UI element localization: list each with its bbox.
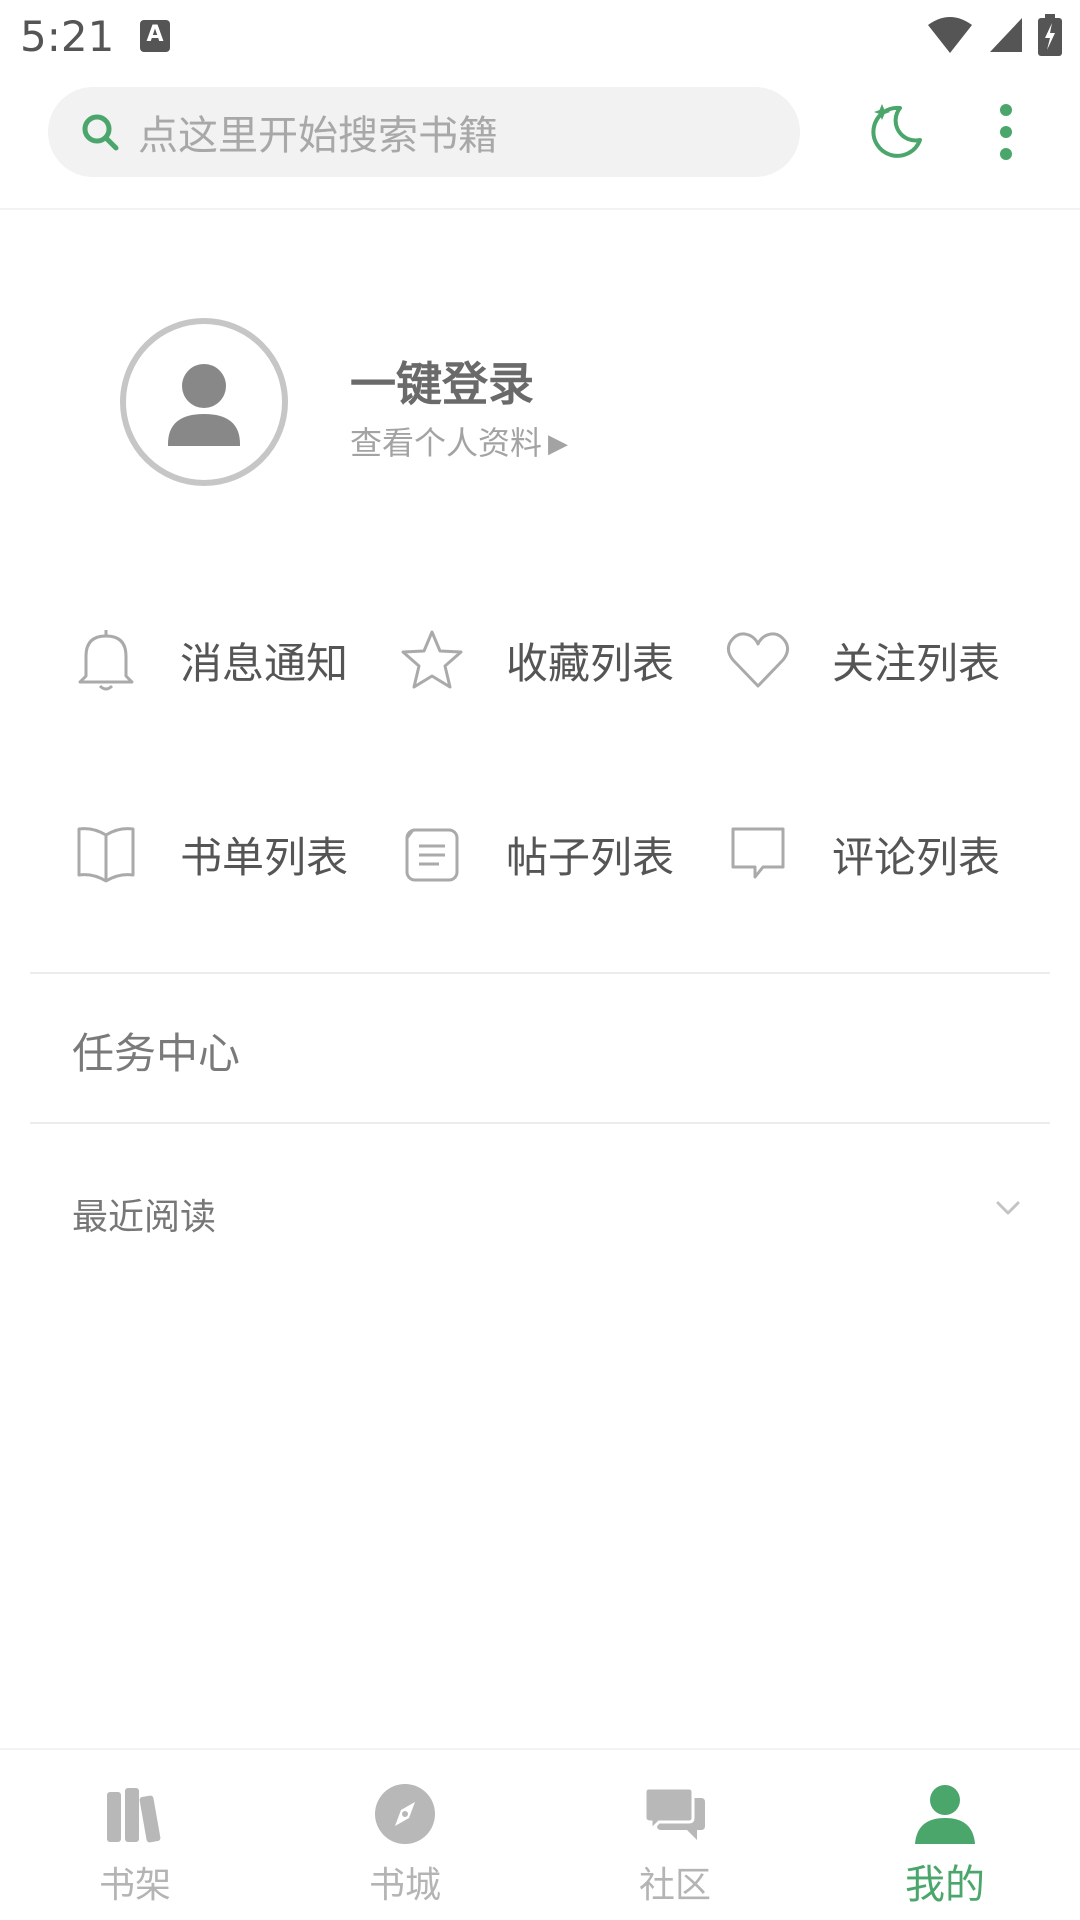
arrow-right-icon: ▶	[548, 429, 569, 459]
divider	[30, 1122, 1050, 1124]
book-icon	[70, 818, 142, 890]
signal-icon	[990, 18, 1022, 52]
grid-label: 消息通知	[180, 638, 349, 688]
status-bar: 5:21 A	[0, 0, 1080, 72]
grid-label: 书单列表	[180, 832, 349, 882]
nav-item-bookshelf[interactable]: 书架	[0, 1750, 270, 1920]
recent-reading-row[interactable]: 最近阅读	[0, 1180, 1080, 1242]
heart-icon	[722, 624, 794, 696]
comment-icon	[722, 818, 794, 890]
grid-item-posts[interactable]: 帖子列表	[396, 794, 674, 914]
more-options-icon[interactable]	[990, 102, 1022, 162]
star-icon	[396, 624, 468, 696]
default-avatar-icon	[168, 364, 240, 446]
compass-icon	[375, 1784, 435, 1844]
status-icons	[926, 14, 1062, 56]
person-icon	[915, 1785, 975, 1844]
grid-item-comments[interactable]: 评论列表	[722, 794, 1000, 914]
nav-item-bookstore[interactable]: 书城	[270, 1750, 540, 1920]
grid-item-notifications[interactable]: 消息通知	[70, 600, 348, 720]
recent-reading-label: 最近阅读	[72, 1197, 217, 1238]
divider	[30, 972, 1050, 974]
bookshelf-icon	[107, 1788, 161, 1843]
night-mode-icon[interactable]	[862, 100, 926, 164]
document-icon	[396, 818, 468, 890]
nav-label: 书城	[368, 1865, 441, 1906]
nav-label: 社区	[638, 1865, 711, 1906]
nav-item-community[interactable]: 社区	[540, 1750, 810, 1920]
notification-a-icon: A	[140, 20, 170, 52]
nav-label: 书架	[98, 1865, 171, 1906]
grid-item-favorites[interactable]: 收藏列表	[396, 600, 674, 720]
top-bar: 点这里开始搜索书籍	[0, 72, 1080, 210]
profile-section[interactable]: 一键登录 查看个人资料 ▶	[0, 318, 1080, 490]
grid-label: 帖子列表	[506, 832, 675, 882]
nav-item-mine[interactable]: 我的	[810, 1750, 1080, 1920]
view-profile-label: 查看个人资料	[350, 424, 543, 462]
bottom-nav: 书架 书城 社区 我的	[0, 1748, 1080, 1920]
nav-label: 我的	[905, 1862, 985, 1908]
wifi-icon	[928, 17, 972, 53]
avatar[interactable]	[120, 318, 288, 486]
chat-icon	[643, 1786, 705, 1840]
grid-label: 关注列表	[832, 638, 1001, 688]
battery-icon	[1038, 14, 1062, 56]
task-center[interactable]: 任务中心	[72, 1020, 240, 1081]
search-input[interactable]: 点这里开始搜索书籍	[48, 87, 800, 177]
search-icon	[82, 114, 119, 151]
chevron-down-icon[interactable]	[994, 1194, 1022, 1222]
grid-label: 收藏列表	[506, 638, 675, 688]
status-time: 5:21	[20, 12, 115, 61]
grid-item-booklists[interactable]: 书单列表	[70, 794, 348, 914]
search-placeholder: 点这里开始搜索书籍	[138, 113, 498, 159]
login-title[interactable]: 一键登录	[350, 348, 534, 414]
grid-label: 评论列表	[832, 832, 1001, 882]
grid-item-following[interactable]: 关注列表	[722, 600, 1000, 720]
view-profile-link[interactable]: 查看个人资料 ▶	[350, 418, 568, 464]
bell-icon	[70, 624, 142, 696]
